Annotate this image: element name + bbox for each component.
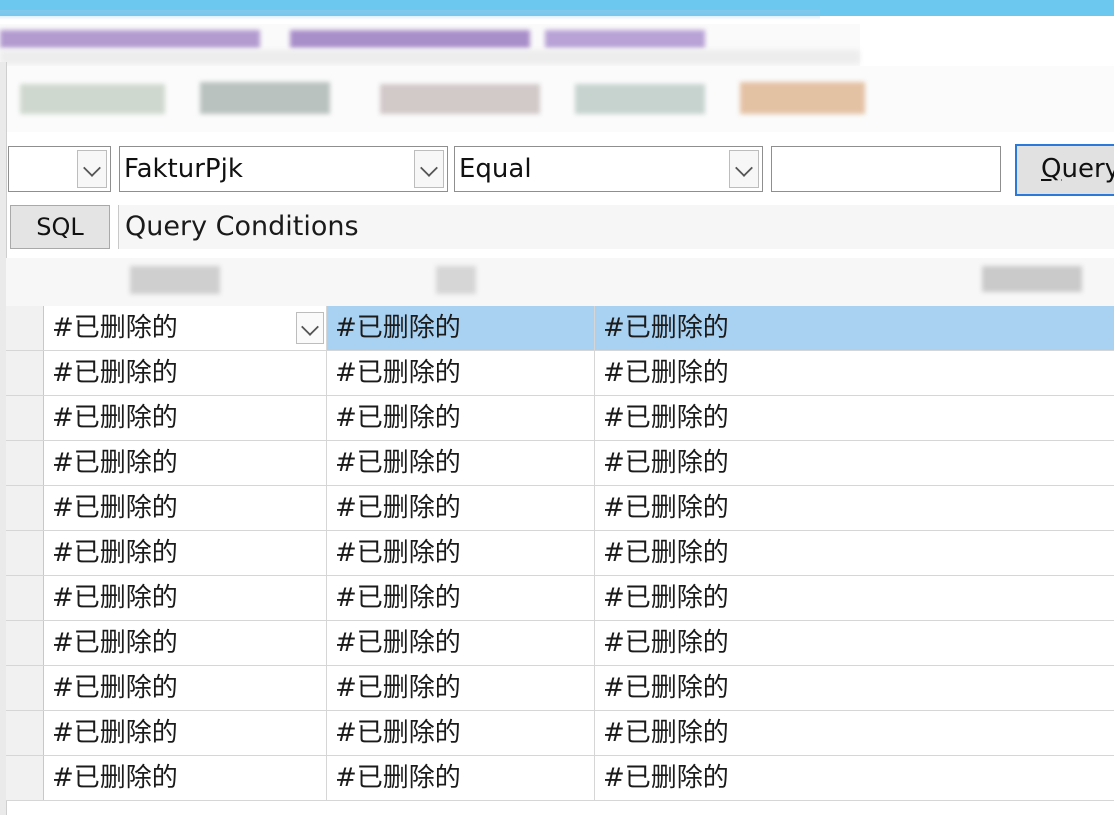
table-row[interactable]: #已删除的 #已删除的 #已删除的 xyxy=(6,756,1114,801)
row-header[interactable] xyxy=(6,666,44,710)
toolbar-item-blurred[interactable] xyxy=(200,82,330,114)
operator-select-dropdown-button[interactable] xyxy=(729,150,759,188)
table-cell[interactable]: #已删除的 xyxy=(327,531,595,575)
blurred-title-segment xyxy=(290,30,530,48)
table-cell[interactable]: #已删除的 xyxy=(44,396,327,440)
column-select[interactable] xyxy=(8,146,111,192)
row-header[interactable] xyxy=(6,576,44,620)
table-cell[interactable]: #已删除的 xyxy=(327,396,595,440)
operator-select[interactable]: Equal xyxy=(454,146,763,192)
table-cell[interactable]: #已删除的 xyxy=(327,576,595,620)
table-cell[interactable]: #已删除的 xyxy=(327,756,595,800)
table-row[interactable]: #已删除的 #已删除的 #已删除的 xyxy=(6,441,1114,486)
row-header[interactable] xyxy=(6,306,44,350)
blurred-title-segment xyxy=(0,50,860,64)
row-header[interactable] xyxy=(6,486,44,530)
table-row[interactable]: #已删除的 #已删除的 #已删除的 xyxy=(6,396,1114,441)
table-row[interactable]: #已删除的 #已删除的 #已删除的 xyxy=(6,666,1114,711)
table-cell[interactable]: #已删除的 xyxy=(44,711,327,755)
table-cell[interactable]: #已删除的 xyxy=(327,441,595,485)
sql-button[interactable]: SQL xyxy=(10,205,110,249)
table-cell[interactable]: #已删除的 xyxy=(595,486,1114,530)
cell-text: #已删除的 xyxy=(52,313,178,343)
table-cell[interactable]: #已删除的 xyxy=(327,351,595,395)
blurred-title-segment xyxy=(545,30,705,48)
table-cell[interactable]: #已删除的 xyxy=(44,576,327,620)
query-value-input[interactable] xyxy=(771,146,1001,192)
app-window: FakturPjk Equal Query SQL Query Conditio… xyxy=(0,0,1114,815)
column-header-blurred[interactable] xyxy=(436,266,476,294)
table-cell[interactable]: #已删除的 xyxy=(595,621,1114,665)
table-cell[interactable]: #已删除的 xyxy=(595,576,1114,620)
data-grid: #已删除的 #已删除的 #已删除的 #已删除的 #已删除的 #已删除的 #已删除… xyxy=(6,306,1114,801)
table-cell[interactable]: #已删除的 xyxy=(44,666,327,710)
toolbar-item-blurred[interactable] xyxy=(575,84,705,114)
table-row[interactable]: #已删除的 #已删除的 #已删除的 xyxy=(6,621,1114,666)
table-cell[interactable]: #已删除的 xyxy=(44,306,327,350)
column-header-blurred[interactable] xyxy=(982,266,1082,292)
table-cell[interactable]: #已删除的 xyxy=(327,486,595,530)
table-cell[interactable]: #已删除的 xyxy=(327,621,595,665)
row-header[interactable] xyxy=(6,621,44,665)
table-cell[interactable]: #已删除的 xyxy=(595,396,1114,440)
table-cell[interactable]: #已删除的 xyxy=(595,756,1114,800)
query-button-label: uery xyxy=(1061,154,1114,184)
table-cell[interactable]: #已删除的 xyxy=(327,711,595,755)
table-cell[interactable]: #已删除的 xyxy=(44,756,327,800)
row-header[interactable] xyxy=(6,756,44,800)
table-cell[interactable]: #已删除的 xyxy=(44,621,327,665)
cell-dropdown-button[interactable] xyxy=(296,312,324,344)
table-cell[interactable]: #已删除的 xyxy=(44,351,327,395)
toolbar-item-blurred[interactable] xyxy=(20,84,165,114)
column-select-dropdown-button[interactable] xyxy=(77,150,107,188)
blurred-toolbar xyxy=(0,66,1114,132)
query-button-accesskey: Q xyxy=(1041,154,1062,184)
table-cell[interactable]: #已删除的 xyxy=(595,441,1114,485)
table-row[interactable]: #已删除的 #已删除的 #已删除的 xyxy=(6,711,1114,756)
row-header[interactable] xyxy=(6,531,44,575)
grid-column-headers xyxy=(6,258,1114,307)
row-header[interactable] xyxy=(6,351,44,395)
table-row[interactable]: #已删除的 #已删除的 #已删除的 xyxy=(6,306,1114,351)
table-row[interactable]: #已删除的 #已删除的 #已删除的 xyxy=(6,531,1114,576)
table-cell[interactable]: #已删除的 xyxy=(595,666,1114,710)
chevron-down-icon xyxy=(301,318,319,336)
table-row[interactable]: #已删除的 #已删除的 #已删除的 xyxy=(6,486,1114,531)
table-cell[interactable]: #已删除的 xyxy=(595,711,1114,755)
chevron-down-icon xyxy=(420,159,438,177)
table-row[interactable]: #已删除的 #已删除的 #已删除的 xyxy=(6,576,1114,621)
table-cell[interactable]: #已删除的 xyxy=(327,666,595,710)
query-conditions-field[interactable]: Query Conditions xyxy=(118,205,1114,249)
row-header[interactable] xyxy=(6,711,44,755)
column-header-blurred[interactable] xyxy=(130,266,220,294)
chevron-down-icon xyxy=(735,159,753,177)
table-row[interactable]: #已删除的 #已删除的 #已删除的 xyxy=(6,351,1114,396)
row-header[interactable] xyxy=(6,441,44,485)
query-button[interactable]: Query xyxy=(1015,144,1114,196)
row-header[interactable] xyxy=(6,396,44,440)
field-select[interactable]: FakturPjk xyxy=(119,146,448,192)
toolbar-item-blurred[interactable] xyxy=(740,82,865,114)
table-cell[interactable]: #已删除的 xyxy=(44,486,327,530)
operator-select-value: Equal xyxy=(459,154,532,184)
table-cell[interactable]: #已删除的 xyxy=(595,351,1114,395)
table-cell[interactable]: #已删除的 xyxy=(595,531,1114,575)
toolbar-item-blurred[interactable] xyxy=(380,84,540,114)
chevron-down-icon xyxy=(83,159,101,177)
table-cell[interactable]: #已删除的 xyxy=(44,441,327,485)
field-select-value: FakturPjk xyxy=(124,154,243,184)
field-select-dropdown-button[interactable] xyxy=(414,150,444,188)
table-cell[interactable]: #已删除的 xyxy=(327,306,595,350)
blurred-title-segment xyxy=(0,30,260,48)
window-top-band-fade xyxy=(0,10,820,20)
table-cell[interactable]: #已删除的 xyxy=(595,306,1114,350)
table-cell[interactable]: #已删除的 xyxy=(44,531,327,575)
